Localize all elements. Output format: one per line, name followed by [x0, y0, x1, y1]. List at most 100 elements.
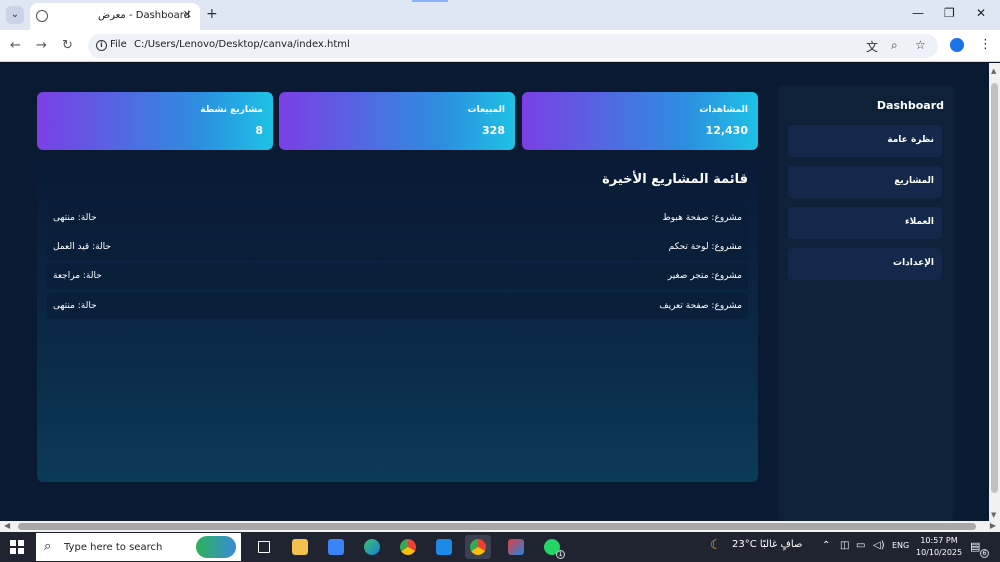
- battery-icon[interactable]: ▭: [856, 540, 865, 551]
- info-icon[interactable]: i: [96, 40, 107, 51]
- scrollbar-thumb[interactable]: [18, 523, 976, 530]
- scroll-down-icon[interactable]: ▼: [991, 511, 996, 519]
- scroll-up-icon[interactable]: ▲: [991, 67, 996, 75]
- taskbar-chrome[interactable]: [395, 535, 421, 559]
- bookmark-star-icon[interactable]: ☆: [915, 38, 926, 52]
- zoom-icon[interactable]: ⌕: [891, 38, 898, 53]
- browser-tab-active[interactable]: معرض - Dashboard ✕: [30, 3, 200, 30]
- stat-value: 12,430: [705, 124, 748, 137]
- translate-icon[interactable]: 文: [866, 38, 878, 55]
- profile-avatar-icon[interactable]: [950, 38, 964, 52]
- sidebar: Dashboard نظرة عامة المشاريع العملاء الإ…: [778, 85, 954, 521]
- search-icon: ⌕: [44, 539, 52, 554]
- close-window-button[interactable]: ✕: [976, 6, 986, 20]
- stat-card-views: المشاهدات 12,430: [522, 92, 758, 150]
- sidebar-title: Dashboard: [876, 99, 944, 112]
- taskbar-edge[interactable]: [359, 535, 385, 559]
- weather-text[interactable]: 23°C صافٍ غالبًا: [732, 539, 802, 550]
- sidebar-item-settings[interactable]: الإعدادات: [788, 248, 942, 280]
- project-status: حالة: منتهى: [53, 301, 97, 311]
- taskbar-chrome-active[interactable]: [465, 535, 491, 559]
- store-icon: [328, 539, 344, 555]
- tab-title: معرض - Dashboard: [98, 10, 191, 21]
- taskbar-search-input[interactable]: ⌕ Type here to search: [36, 533, 241, 561]
- clock-time: 10:57 PM: [920, 536, 958, 545]
- table-row[interactable]: مشروع: صفحة هبوط حالة: منتهى: [47, 205, 748, 231]
- panel-title: قائمة المشاريع الأخيرة: [602, 172, 748, 187]
- volume-icon[interactable]: ◁): [873, 540, 885, 551]
- reload-button[interactable]: ↻: [62, 38, 73, 53]
- taskbar-whatsapp[interactable]: 1: [539, 535, 565, 559]
- vscode-icon: [436, 539, 452, 555]
- clock-date: 10/10/2025: [916, 548, 963, 557]
- maximize-button[interactable]: ❐: [944, 6, 955, 20]
- address-bar[interactable]: i File C:/Users/Lenovo/Desktop/canva/ind…: [88, 34, 938, 58]
- table-row[interactable]: مشروع: لوحة تحكم حالة: قيد العمل: [47, 234, 748, 260]
- minimize-button[interactable]: —: [912, 6, 924, 20]
- taskbar-snipping-tool[interactable]: [503, 535, 529, 559]
- sidebar-item-label: المشاريع: [894, 176, 934, 186]
- browser-menu-icon[interactable]: ⋮: [979, 37, 992, 52]
- notification-count: 6: [980, 549, 989, 558]
- project-name: مشروع: صفحة هبوط: [662, 213, 742, 223]
- project-status: حالة: منتهى: [53, 213, 97, 223]
- network-icon[interactable]: ◫: [840, 540, 849, 551]
- recent-projects-panel: قائمة المشاريع الأخيرة مشروع: صفحة هبوط …: [37, 159, 758, 482]
- project-name: مشروع: صفحة تعريف: [659, 301, 742, 311]
- back-button[interactable]: ←: [10, 38, 21, 53]
- tab-strip-indicator: [412, 0, 448, 2]
- snipping-tool-icon: [508, 539, 524, 555]
- whatsapp-badge: 1: [556, 550, 565, 559]
- taskbar-file-explorer[interactable]: [287, 535, 313, 559]
- sidebar-item-label: الإعدادات: [893, 258, 934, 268]
- taskbar-store[interactable]: [323, 535, 349, 559]
- sidebar-item-label: نظرة عامة: [887, 135, 934, 145]
- stat-label: المبيعات: [467, 105, 505, 115]
- sidebar-item-overview[interactable]: نظرة عامة: [788, 125, 942, 157]
- sidebar-item-clients[interactable]: العملاء: [788, 207, 942, 239]
- chrome-icon: [470, 539, 486, 555]
- task-view-button[interactable]: [251, 535, 277, 559]
- browser-toolbar: ← → ↻ i File C:/Users/Lenovo/Desktop/can…: [0, 30, 1000, 62]
- globe-icon: [36, 10, 48, 22]
- table-row[interactable]: مشروع: متجر صغير حالة: مراجعة: [47, 263, 748, 289]
- taskbar-vscode[interactable]: [431, 535, 457, 559]
- scroll-left-icon[interactable]: ◀: [4, 521, 10, 530]
- tab-close-icon[interactable]: ✕: [183, 8, 192, 21]
- stat-value: 328: [482, 124, 505, 137]
- horizontal-scrollbar[interactable]: ◀ ▶: [0, 521, 1000, 532]
- table-row[interactable]: مشروع: صفحة تعريف حالة: منتهى: [47, 293, 748, 319]
- chevron-up-icon[interactable]: ⌃: [822, 540, 830, 551]
- address-url[interactable]: C:/Users/Lenovo/Desktop/canva/index.html: [134, 39, 350, 50]
- stat-label: مشاريع نشطة: [200, 105, 263, 115]
- project-name: مشروع: لوحة تحكم: [668, 242, 742, 252]
- dashboard-page: Dashboard نظرة عامة المشاريع العملاء الإ…: [0, 63, 989, 521]
- project-status: حالة: مراجعة: [53, 271, 102, 281]
- task-view-icon: [258, 541, 270, 553]
- stat-value: 8: [255, 124, 263, 137]
- windows-start-icon[interactable]: [10, 540, 24, 554]
- project-status: حالة: قيد العمل: [53, 242, 111, 252]
- chrome-icon: [400, 539, 416, 555]
- sidebar-item-label: العملاء: [904, 217, 934, 227]
- edge-icon: [364, 539, 380, 555]
- scrollbar-thumb[interactable]: [991, 83, 998, 493]
- search-placeholder: Type here to search: [64, 542, 163, 553]
- folder-icon: [292, 539, 308, 555]
- vertical-scrollbar[interactable]: ▲ ▼: [989, 63, 1000, 521]
- windows-taskbar: ⌕ Type here to search 1 ☾ 23°C صافٍ غالب…: [0, 532, 1000, 562]
- project-name: مشروع: متجر صغير: [667, 271, 742, 281]
- address-scheme-label: File: [110, 39, 127, 50]
- forward-button[interactable]: →: [36, 38, 47, 53]
- stat-label: المشاهدات: [699, 105, 748, 115]
- sidebar-item-projects[interactable]: المشاريع: [788, 166, 942, 198]
- language-indicator[interactable]: ENG: [892, 541, 909, 550]
- tab-search-button[interactable]: ⌄: [6, 6, 24, 24]
- weather-moon-icon[interactable]: ☾: [710, 538, 722, 553]
- notification-center-icon[interactable]: ▤: [970, 540, 980, 553]
- browser-tabbar: ⌄ معرض - Dashboard ✕ + — ❐ ✕: [0, 0, 1000, 30]
- scroll-right-icon[interactable]: ▶: [990, 521, 996, 530]
- search-highlight-icon: [196, 536, 236, 558]
- taskbar-clock[interactable]: 10:57 PM 10/10/2025: [916, 535, 962, 559]
- new-tab-button[interactable]: +: [206, 6, 218, 22]
